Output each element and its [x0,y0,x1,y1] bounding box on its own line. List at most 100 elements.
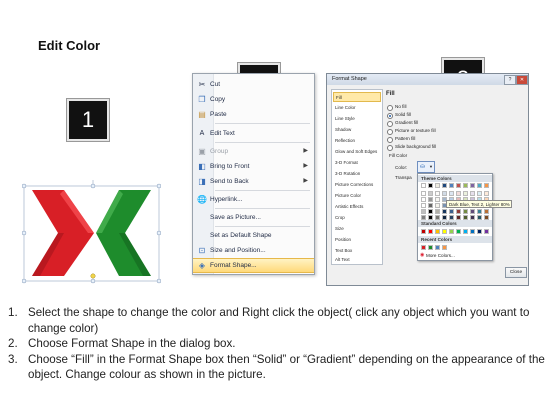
recent-color-swatch[interactable] [421,245,426,250]
theme-color-swatch[interactable] [442,191,447,196]
theme-color-swatch[interactable] [435,197,440,202]
nav-item-fill[interactable]: Fill [333,92,381,102]
theme-color-swatch[interactable] [456,215,461,220]
theme-color-swatch[interactable] [470,215,475,220]
close-icon[interactable]: ✕ [516,75,528,85]
standard-color-swatch[interactable] [435,229,440,234]
menu-item-hyperlink[interactable]: 🌐 Hyperlink... [193,192,314,207]
theme-color-swatch[interactable] [463,183,468,188]
radio-pattern-fill[interactable] [387,137,393,143]
theme-color-swatch[interactable] [428,215,433,220]
step-text: Select the shape to change the color and… [28,306,530,335]
radio-gradient-fill[interactable] [387,121,393,127]
nav-item-alt-text[interactable]: Alt Text [333,255,381,265]
nav-item-artistic-effects[interactable]: Artistic Effects [333,202,381,212]
menu-item-set-default-shape[interactable]: Set as Default Shape [193,228,314,243]
nav-item-line-style[interactable]: Line Style [333,114,381,124]
more-colors-link[interactable]: More Colors... [426,253,455,258]
theme-color-swatch[interactable] [435,191,440,196]
theme-color-swatch[interactable] [484,191,489,196]
option-label: Solid fill [395,112,411,117]
close-button[interactable]: Close [505,267,527,278]
color-picker-button[interactable]: ⛀ ▼ [417,161,435,173]
theme-color-swatch[interactable] [421,203,426,208]
theme-color-swatch[interactable] [477,191,482,196]
theme-color-swatch[interactable] [435,215,440,220]
theme-color-swatch[interactable] [449,183,454,188]
theme-color-swatch[interactable] [456,191,461,196]
theme-color-swatch[interactable] [470,183,475,188]
theme-color-swatch[interactable] [428,191,433,196]
nav-item-size[interactable]: Size [333,224,381,234]
theme-color-swatch[interactable] [435,183,440,188]
standard-color-swatch[interactable] [442,229,447,234]
theme-color-swatch[interactable] [470,209,475,214]
theme-color-swatch[interactable] [435,209,440,214]
theme-color-swatch[interactable] [428,197,433,202]
theme-color-swatch[interactable] [421,191,426,196]
theme-color-swatch[interactable] [428,203,433,208]
theme-color-swatch[interactable] [470,191,475,196]
theme-color-swatch[interactable] [442,215,447,220]
theme-color-swatch[interactable] [421,197,426,202]
theme-color-swatch[interactable] [442,209,447,214]
radio-solid-fill[interactable] [387,113,393,119]
theme-color-swatch[interactable] [477,209,482,214]
radio-slide-background-fill[interactable] [387,145,393,151]
standard-color-swatch[interactable] [456,229,461,234]
theme-color-swatch[interactable] [456,209,461,214]
nav-item-picture-color[interactable]: Picture Color [333,191,381,201]
help-icon[interactable]: ? [504,75,516,85]
standard-color-swatch[interactable] [421,229,426,234]
standard-color-swatch[interactable] [484,229,489,234]
theme-color-swatch[interactable] [463,215,468,220]
menu-item-save-as-picture[interactable]: Save as Picture... [193,210,314,225]
theme-color-swatch[interactable] [477,183,482,188]
theme-color-swatch[interactable] [484,209,489,214]
theme-color-swatch[interactable] [428,183,433,188]
nav-item-3d-rotation[interactable]: 3-D Rotation [333,169,381,179]
menu-item-edit-text[interactable]: A Edit Text [193,126,314,141]
theme-color-swatch[interactable] [435,203,440,208]
nav-item-crop[interactable]: Crop [333,213,381,223]
standard-color-swatch[interactable] [449,229,454,234]
nav-item-3d-format[interactable]: 3-D Format [333,158,381,168]
theme-color-swatch[interactable] [449,191,454,196]
menu-item-cut[interactable]: ✂ Cut [193,77,314,92]
menu-item-copy[interactable]: ❐ Copy [193,92,314,107]
theme-color-swatch[interactable] [449,215,454,220]
theme-color-swatch[interactable] [421,183,426,188]
theme-color-swatch[interactable] [421,209,426,214]
theme-color-swatch[interactable] [442,183,447,188]
nav-item-shadow[interactable]: Shadow [333,125,381,135]
nav-item-line-color[interactable]: Line Color [333,103,381,113]
theme-color-swatch[interactable] [456,183,461,188]
menu-item-size-position[interactable]: ⊡ Size and Position... [193,243,314,258]
standard-color-swatch[interactable] [463,229,468,234]
theme-color-swatch[interactable] [463,209,468,214]
menu-item-send-to-back[interactable]: ◨ Send to Back ▶ [193,174,314,189]
standard-color-swatch[interactable] [477,229,482,234]
theme-color-swatch[interactable] [484,183,489,188]
nav-item-glow[interactable]: Glow and Soft Edges [333,147,381,157]
theme-color-swatch[interactable] [428,209,433,214]
theme-color-swatch[interactable] [463,191,468,196]
nav-item-position[interactable]: Position [333,235,381,245]
menu-item-format-shape[interactable]: ◈ Format Shape... [193,258,314,273]
recent-color-swatch[interactable] [442,245,447,250]
recent-color-swatch[interactable] [435,245,440,250]
theme-color-swatch[interactable] [484,215,489,220]
recent-color-swatch[interactable] [428,245,433,250]
nav-item-reflection[interactable]: Reflection [333,136,381,146]
theme-color-swatch[interactable] [477,215,482,220]
theme-color-swatch[interactable] [449,209,454,214]
radio-picture-fill[interactable] [387,129,393,135]
radio-no-fill[interactable] [387,105,393,111]
nav-item-picture-corrections[interactable]: Picture Corrections [333,180,381,190]
standard-color-swatch[interactable] [428,229,433,234]
selected-arrows-shape[interactable] [21,173,162,286]
standard-color-swatch[interactable] [470,229,475,234]
theme-color-swatch[interactable] [421,215,426,220]
menu-item-paste[interactable]: ▤ Paste [193,107,314,122]
menu-item-bring-to-front[interactable]: ◧ Bring to Front ▶ [193,159,314,174]
